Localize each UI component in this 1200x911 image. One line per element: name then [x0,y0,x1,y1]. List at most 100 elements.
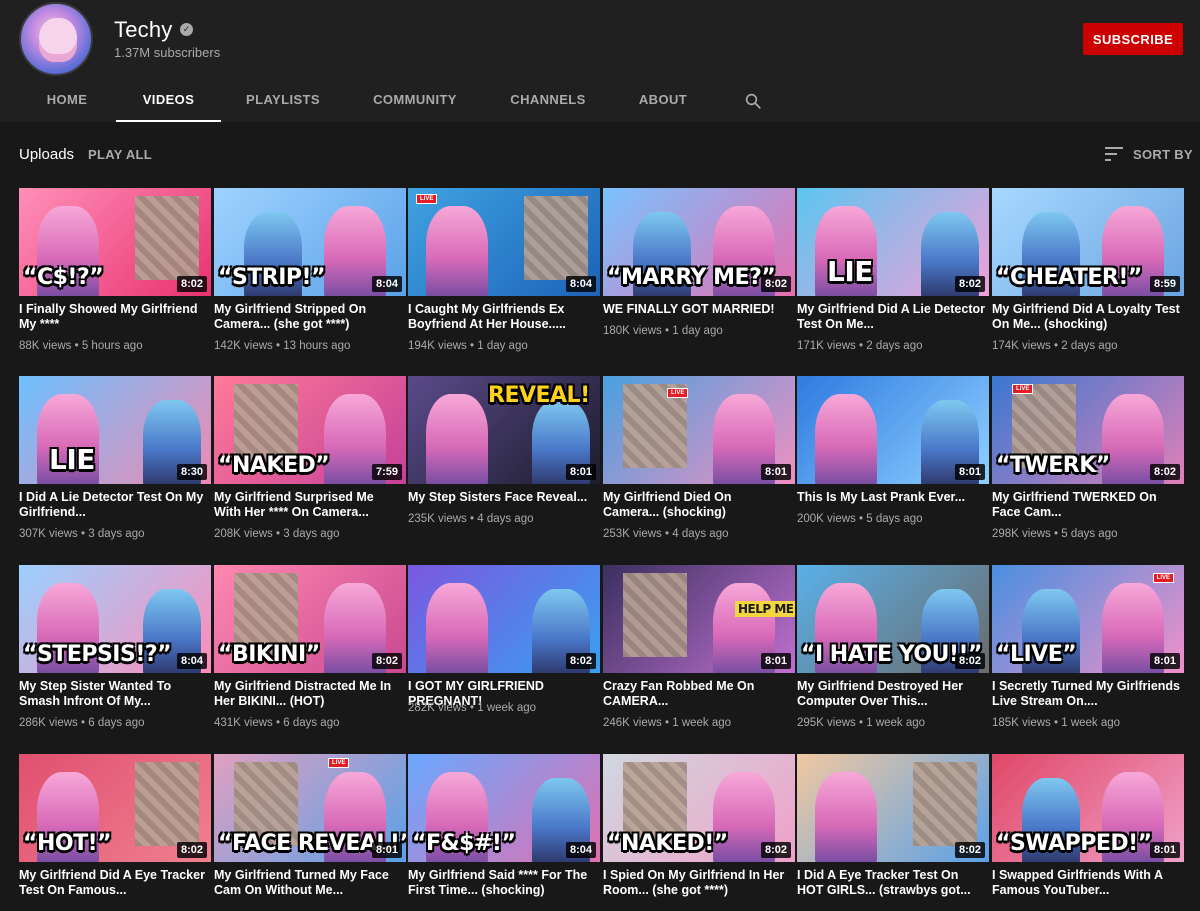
video-card[interactable]: “STEPSIS!?” 8:04 My Step Sister Wanted To … [19,565,211,745]
video-card[interactable]: HELP ME 8:01 Crazy Fan Robbed Me On CAMERA… [603,565,795,745]
video-meta: 298K views • 5 days ago [992,528,1118,540]
video-thumbnail[interactable]: LIVE “TWERK” 8:02 [992,376,1184,484]
video-thumbnail[interactable]: “BIKINI” 8:02 [214,565,406,673]
meta-separator: • [661,325,673,337]
video-thumbnail[interactable]: LIVE 8:04 [408,188,600,296]
video-card[interactable]: “I HATE YOU!!” 8:02 My Girlfriend Destroye… [797,565,989,745]
video-title[interactable]: Crazy Fan Robbed Me On CAMERA... [603,679,791,709]
video-thumbnail[interactable]: REVEAL! 8:01 [408,376,600,484]
video-thumbnail[interactable]: “F&$#!” 8:04 [408,754,600,862]
video-thumbnail[interactable]: 8:01 [797,376,989,484]
tab-about[interactable]: ABOUT [630,78,696,122]
video-title[interactable]: I Secretly Turned My Girlfriends Live St… [992,679,1180,709]
video-thumbnail[interactable]: “HOT!” 8:02 [19,754,211,862]
video-title[interactable]: I Finally Showed My Girlfriend My **** [19,302,207,332]
video-title[interactable]: I Did A Eye Tracker Test On HOT GIRLS...… [797,868,985,898]
upload-age: 4 days ago [672,528,729,540]
video-card[interactable]: LIVE “FACE REVEAL!” 8:01 My Girlfriend Turn… [214,754,406,911]
video-card[interactable]: “CHEATER!” 8:59 My Girlfriend Did A Loyalt… [992,188,1184,368]
sort-by-button[interactable]: SORT BY [1105,146,1193,162]
video-card[interactable]: “SWAPPED!” 8:01 I Swapped Girlfriends With… [992,754,1184,911]
upload-age: 2 days ago [1061,340,1118,352]
video-title[interactable]: My Girlfriend Turned My Face Cam On With… [214,868,402,898]
subscribe-button[interactable]: SUBSCRIBE [1083,23,1183,55]
video-title[interactable]: I Did A Lie Detector Test On My Girlfrie… [19,490,207,520]
video-thumbnail[interactable]: “I HATE YOU!!” 8:02 [797,565,989,673]
video-card[interactable]: “NAKED” 7:59 My Girlfriend Surprised Me Wi… [214,376,406,556]
video-thumbnail[interactable]: “C$!?” 8:02 [19,188,211,296]
video-title[interactable]: My Girlfriend Did A Lie Detector Test On… [797,302,985,332]
video-title[interactable]: My Girlfriend Surprised Me With Her ****… [214,490,402,520]
video-thumbnail[interactable]: LIVE “FACE REVEAL!” 8:01 [214,754,406,862]
video-title[interactable]: This Is My Last Prank Ever... [797,490,985,505]
video-thumbnail[interactable]: “CHEATER!” 8:59 [992,188,1184,296]
upload-age: 5 hours ago [81,340,143,352]
video-title[interactable]: My Girlfriend Died On Camera... (shockin… [603,490,791,520]
play-all-button[interactable]: PLAY ALL [88,147,152,162]
video-card[interactable]: “F&$#!” 8:04 My Girlfriend Said **** For T… [408,754,600,911]
view-count: 171K views [797,340,856,352]
video-card[interactable]: 8:02 I Did A Eye Tracker Test On HOT GIRL… [797,754,989,911]
video-card[interactable]: “HOT!” 8:02 My Girlfriend Did A Eye Tracke… [19,754,211,911]
upload-age: 4 days ago [477,513,534,525]
tab-home[interactable]: HOME [35,78,99,122]
pixelated-face [913,762,977,846]
video-title[interactable]: I Caught My Girlfriends Ex Boyfriend At … [408,302,596,332]
meta-separator: • [272,528,284,540]
video-card[interactable]: “MARRY ME?” 8:02 WE FINALLY GOT MARRIED! 18… [603,188,795,368]
video-title[interactable]: My Girlfriend Did A Eye Tracker Test On … [19,868,207,898]
video-title[interactable]: My Girlfriend Did A Loyalty Test On Me..… [992,302,1180,332]
video-meta: 246K views • 1 week ago [603,717,731,729]
video-title[interactable]: My Girlfriend Stripped On Camera... (she… [214,302,402,332]
video-card[interactable]: LIE 8:30 I Did A Lie Detector Test On My G… [19,376,211,556]
video-card[interactable]: “STRIP!” 8:04 My Girlfriend Stripped On Ca… [214,188,406,368]
channel-name[interactable]: Techy [114,17,172,43]
meta-separator: • [272,340,284,352]
video-thumbnail[interactable]: “STRIP!” 8:04 [214,188,406,296]
video-card[interactable]: REVEAL! 8:01 My Step Sisters Face Reveal..… [408,376,600,556]
video-thumbnail[interactable]: HELP ME 8:01 [603,565,795,673]
view-count: 235K views [408,513,467,525]
video-thumbnail[interactable]: “MARRY ME?” 8:02 [603,188,795,296]
video-thumbnail[interactable]: “NAKED!” 8:02 [603,754,795,862]
video-card[interactable]: “NAKED!” 8:02 I Spied On My Girlfriend In … [603,754,795,911]
video-duration: 8:02 [176,842,207,858]
video-thumbnail[interactable]: 8:02 [408,565,600,673]
video-thumbnail[interactable]: LIE 8:02 [797,188,989,296]
tab-playlists[interactable]: PLAYLISTS [236,78,330,122]
video-thumbnail[interactable]: LIE 8:30 [19,376,211,484]
video-title[interactable]: My Girlfriend Distracted Me In Her BIKIN… [214,679,402,709]
view-count: 431K views [214,717,273,729]
video-card[interactable]: 8:01 This Is My Last Prank Ever... 200K vi… [797,376,989,556]
video-card[interactable]: LIVE “LIVE” 8:01 I Secretly Turned My Girlf… [992,565,1184,745]
thumbnail-character [815,394,877,484]
video-thumbnail[interactable]: 8:02 [797,754,989,862]
tab-community[interactable]: COMMUNITY [364,78,466,122]
video-title[interactable]: My Step Sister Wanted To Smash Infront O… [19,679,207,709]
video-title[interactable]: I Spied On My Girlfriend In Her Room... … [603,868,791,898]
video-thumbnail[interactable]: “STEPSIS!?” 8:04 [19,565,211,673]
video-title[interactable]: My Girlfriend TWERKED On Face Cam... [992,490,1180,520]
video-card[interactable]: LIVE “TWERK” 8:02 My Girlfriend TWERKED On … [992,376,1184,556]
video-title[interactable]: WE FINALLY GOT MARRIED! [603,302,791,317]
video-title[interactable]: My Step Sisters Face Reveal... [408,490,596,505]
video-thumbnail[interactable]: “SWAPPED!” 8:01 [992,754,1184,862]
video-thumbnail[interactable]: LIVE 8:01 [603,376,795,484]
live-badge: LIVE [667,388,689,398]
channel-avatar[interactable] [19,2,93,76]
video-thumbnail[interactable]: LIVE “LIVE” 8:01 [992,565,1184,673]
tab-videos[interactable]: VIDEOS [116,78,221,122]
video-card[interactable]: “BIKINI” 8:02 My Girlfriend Distracted Me … [214,565,406,745]
video-card[interactable]: 8:02 I GOT MY GIRLFRIEND PREGNANT! 282K vi… [408,565,600,745]
tab-channels[interactable]: CHANNELS [502,78,594,122]
video-card[interactable]: LIVE 8:04 I Caught My Girlfriends Ex Boyfr… [408,188,600,368]
video-card[interactable]: LIVE 8:01 My Girlfriend Died On Camera... … [603,376,795,556]
search-icon[interactable] [744,92,762,110]
video-title[interactable]: My Girlfriend Destroyed Her Computer Ove… [797,679,985,709]
video-thumbnail[interactable]: “NAKED” 7:59 [214,376,406,484]
video-title[interactable]: I Swapped Girlfriends With A Famous YouT… [992,868,1180,898]
video-card[interactable]: “C$!?” 8:02 I Finally Showed My Girlfriend… [19,188,211,368]
video-meta: 307K views • 3 days ago [19,528,145,540]
video-card[interactable]: LIE 8:02 My Girlfriend Did A Lie Detector … [797,188,989,368]
video-title[interactable]: My Girlfriend Said **** For The First Ti… [408,868,596,898]
